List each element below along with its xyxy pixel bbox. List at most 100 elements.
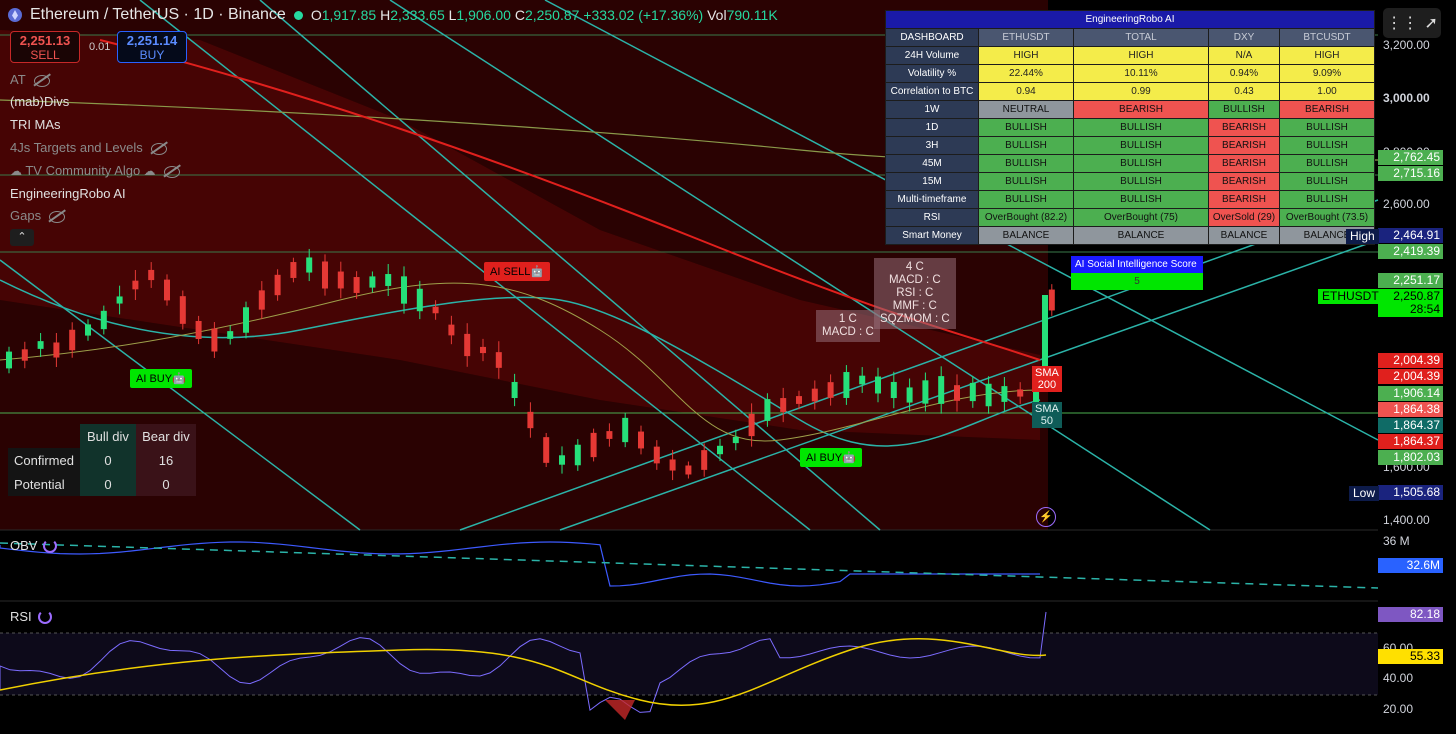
divergence-cell: 16 bbox=[135, 448, 196, 472]
eye-hidden-icon[interactable] bbox=[49, 210, 66, 223]
candle bbox=[1048, 289, 1055, 311]
indicator-legend-item[interactable]: TRI MAs bbox=[10, 117, 61, 132]
sma-line: 200 bbox=[1037, 379, 1057, 391]
candle bbox=[764, 399, 771, 421]
candle bbox=[195, 320, 202, 340]
dashboard-cell: BEARISH bbox=[1279, 100, 1375, 119]
price-tag: 1,802.03 bbox=[1378, 450, 1443, 465]
candle bbox=[148, 269, 155, 281]
sma200-tag: SMA 200 bbox=[1032, 366, 1062, 392]
price-tag: 2,419.39 bbox=[1378, 244, 1443, 259]
indicator-legend-item[interactable]: Gaps bbox=[10, 208, 66, 223]
dashboard-row-label: 3H bbox=[885, 136, 979, 155]
candle bbox=[69, 329, 76, 351]
drag-handle-icon[interactable]: ⋮⋮ bbox=[1386, 13, 1418, 33]
dashboard-cell: 0.43 bbox=[1208, 82, 1280, 101]
eye-hidden-icon[interactable] bbox=[163, 165, 180, 178]
buy-button[interactable]: 2,251.14 BUY bbox=[117, 31, 187, 63]
rsi-pane-label[interactable]: RSI bbox=[10, 609, 52, 624]
price-tag: 2,251.17 bbox=[1378, 273, 1443, 288]
sma-line: SMA bbox=[1035, 403, 1059, 415]
candle bbox=[606, 431, 613, 439]
obv-pane-label[interactable]: OBV bbox=[10, 538, 58, 553]
ai-social-score: AI Social Intelligence Score 5 bbox=[1071, 256, 1203, 290]
dashboard-cell: OverBought (82.2) bbox=[978, 208, 1074, 227]
chart-root[interactable]: Ethereum / TetherUS · 1D · Binance O1,91… bbox=[0, 0, 1456, 734]
candle bbox=[717, 445, 723, 455]
eye-hidden-icon[interactable] bbox=[150, 142, 167, 155]
candle bbox=[574, 444, 581, 466]
divergence-table: Bull div Bear div Confirmed 0 16 Potential 0 0 bbox=[8, 424, 196, 496]
ethereum-icon bbox=[8, 8, 22, 22]
dashboard-row-label: 45M bbox=[885, 154, 979, 173]
candle bbox=[306, 257, 313, 273]
candle bbox=[480, 346, 486, 354]
candle bbox=[337, 271, 344, 289]
refresh-icon[interactable] bbox=[43, 538, 58, 553]
candle bbox=[322, 261, 328, 289]
dashboard-cell: OverBought (75) bbox=[1073, 208, 1209, 227]
dashboard-row-label: 1W bbox=[885, 100, 979, 119]
candle bbox=[843, 372, 850, 398]
indicator-legend-item[interactable]: AT bbox=[10, 72, 50, 87]
dashboard-cell: HIGH bbox=[1279, 46, 1375, 65]
dashboard-title: EngineeringRobo AI bbox=[885, 10, 1375, 29]
dashboard-row-label: RSI bbox=[885, 208, 979, 227]
candle bbox=[748, 413, 755, 437]
candle bbox=[938, 376, 945, 404]
indicator-label: EngineeringRobo AI bbox=[10, 186, 126, 201]
dashboard-cell: 0.94 bbox=[978, 82, 1074, 101]
candle bbox=[827, 382, 834, 398]
rsi-tick: 20.00 bbox=[1383, 702, 1414, 716]
dashboard-cell: BULLISH bbox=[978, 154, 1074, 173]
candle bbox=[464, 333, 471, 357]
refresh-icon[interactable] bbox=[37, 609, 52, 624]
dashboard-cell: HIGH bbox=[1073, 46, 1209, 65]
symbol-price-tag: ETHUSDT bbox=[1318, 289, 1383, 304]
candle bbox=[906, 387, 913, 403]
sell-button[interactable]: 2,251.13 SELL bbox=[10, 31, 80, 63]
candle bbox=[274, 274, 281, 296]
ai-sell-signal[interactable]: AI SELL🤖 bbox=[484, 262, 551, 281]
indicator-legend-item[interactable]: ☁ TV Community Algo ☁ bbox=[10, 163, 180, 178]
price-tick: 3,000.00 bbox=[1383, 91, 1430, 105]
indicator-legend-item[interactable]: 4Js Targets and Levels bbox=[10, 140, 167, 155]
indicator-legend-item[interactable]: (mab)Divs bbox=[10, 94, 69, 109]
dashboard-cell: BULLISH bbox=[1073, 190, 1209, 209]
price-tick: 2,600.00 bbox=[1383, 197, 1430, 211]
ai-buy-signal[interactable]: AI BUY🤖 bbox=[130, 369, 192, 388]
candle bbox=[37, 341, 44, 349]
candle bbox=[416, 288, 423, 312]
indicator-label: TV Community Algo bbox=[25, 163, 141, 178]
candle bbox=[401, 276, 407, 304]
candle bbox=[969, 382, 976, 402]
candle bbox=[1017, 389, 1024, 397]
dashboard-header: DASHBOARD bbox=[885, 28, 979, 47]
collapse-legend-button[interactable]: ⌃ bbox=[10, 229, 34, 246]
candle bbox=[1001, 386, 1008, 402]
sma-line: 50 bbox=[1040, 415, 1054, 427]
condition-line: RSI : C bbox=[896, 287, 934, 299]
candle bbox=[6, 351, 12, 369]
dashboard-cell: BULLISH bbox=[1208, 100, 1280, 119]
dashboard-header: BTCUSDT bbox=[1279, 28, 1375, 47]
ai-buy-signal[interactable]: AI BUY🤖 bbox=[800, 448, 862, 467]
divergence-cell: 0 bbox=[79, 448, 136, 472]
ohlc-readout: O1,917.85 H2,333.65 L1,906.00 C2,250.87 … bbox=[310, 7, 778, 23]
divergence-cell: 0 bbox=[79, 472, 136, 496]
flash-icon[interactable]: ⚡ bbox=[1036, 507, 1056, 527]
dashboard-cell: BEARISH bbox=[1208, 136, 1280, 155]
dashboard-cell: 1.00 bbox=[1279, 82, 1375, 101]
price-tick: 3,200.00 bbox=[1383, 38, 1430, 52]
drawing-toolbar[interactable]: ⋮⋮ ➚ bbox=[1383, 8, 1441, 38]
cursor-icon[interactable]: ➚ bbox=[1424, 13, 1437, 33]
indicator-legend-item[interactable]: EngineeringRobo AI bbox=[10, 186, 126, 201]
eye-hidden-icon[interactable] bbox=[33, 74, 50, 87]
price-tag: 2,464.91 bbox=[1378, 228, 1443, 243]
dashboard-row-label: Multi-timeframe bbox=[885, 190, 979, 209]
dashboard-cell: BEARISH bbox=[1073, 100, 1209, 119]
dashboard-cell: BULLISH bbox=[1073, 172, 1209, 191]
indicator-label: Gaps bbox=[10, 208, 42, 223]
dashboard-cell: BULLISH bbox=[1279, 172, 1375, 191]
symbol-title[interactable]: Ethereum / TetherUS · 1D · Binance bbox=[30, 6, 286, 24]
